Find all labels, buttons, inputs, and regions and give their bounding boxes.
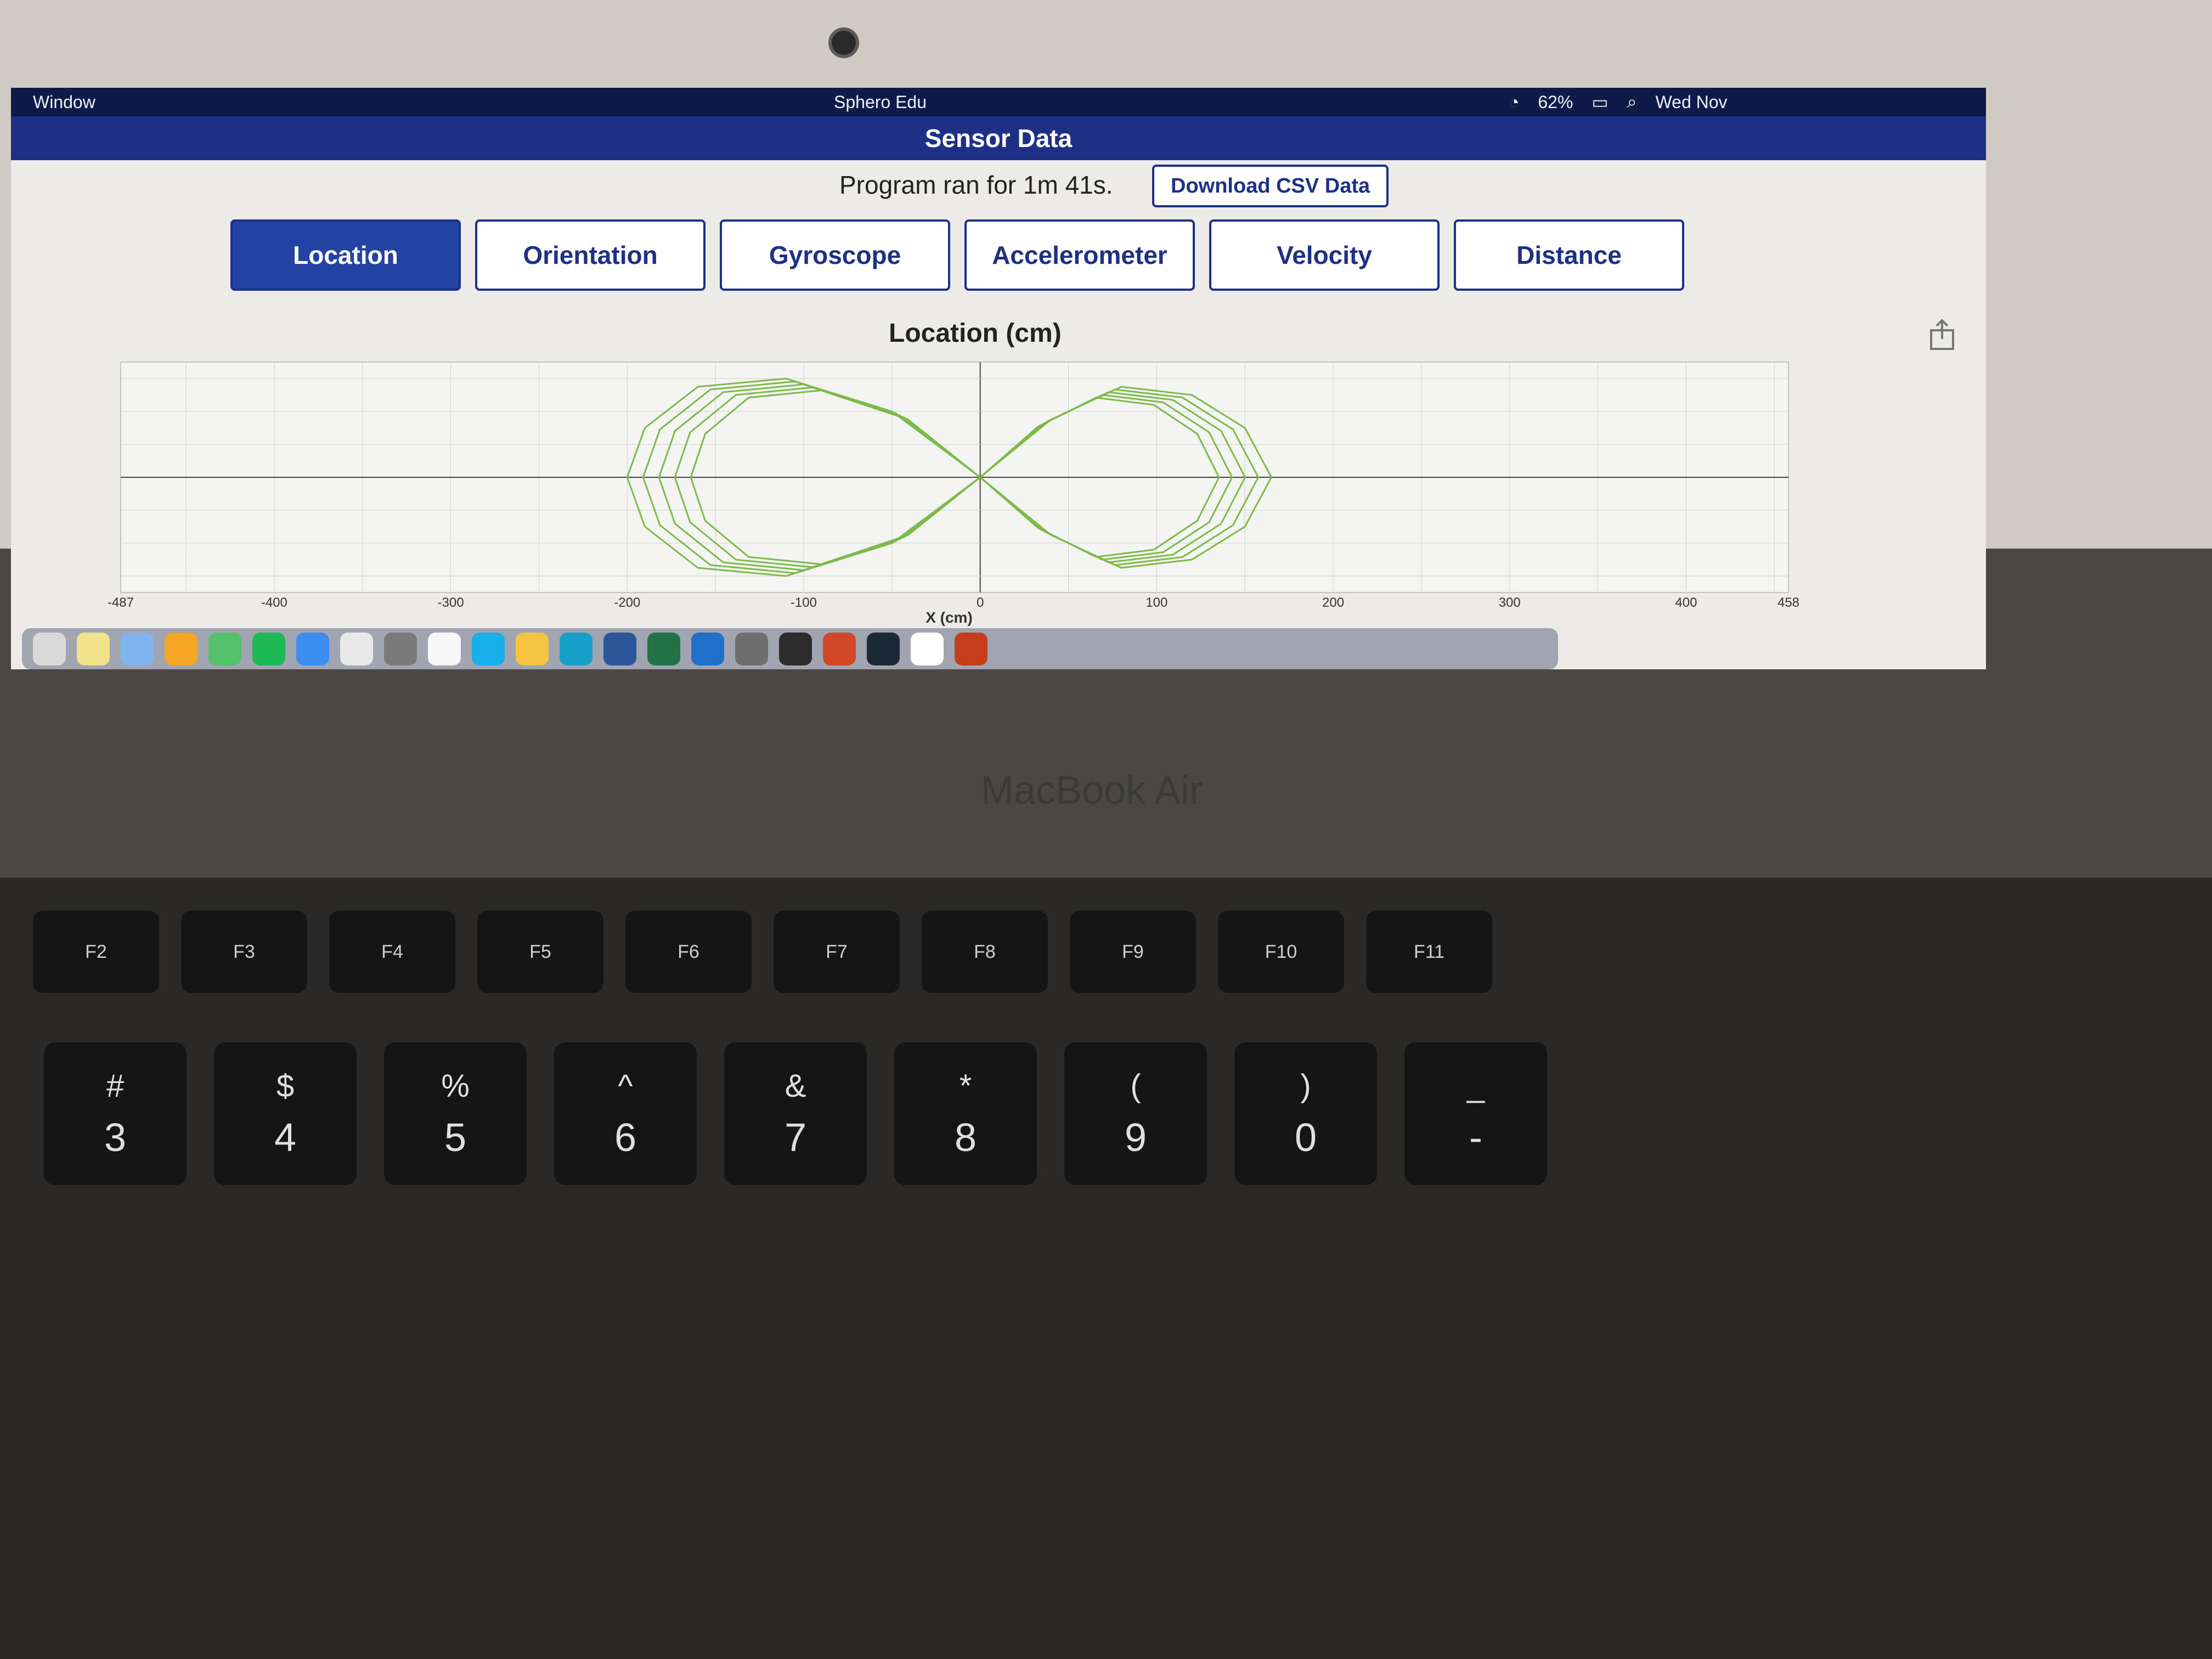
key-label: 3 (104, 1115, 127, 1160)
key-shift-label: $ (276, 1068, 295, 1104)
key-label: F10 (1265, 941, 1297, 962)
dock-app-icon[interactable] (516, 633, 549, 665)
x-tick-label: 400 (1675, 595, 1697, 610)
key-f8[interactable]: F8 (922, 911, 1048, 993)
key-label: 6 (614, 1115, 637, 1160)
key-label: F7 (826, 941, 848, 962)
key-f6[interactable]: F6 (625, 911, 752, 993)
key-f9[interactable]: F9 (1070, 911, 1196, 993)
key-5[interactable]: % 5 (384, 1042, 527, 1185)
dock-app-icon[interactable] (340, 633, 373, 665)
dock-app-icon[interactable] (560, 633, 592, 665)
key-label: 5 (444, 1115, 467, 1160)
key-shift-label: ^ (618, 1068, 633, 1104)
key-label: 7 (784, 1115, 807, 1160)
dock-app-icon[interactable] (735, 633, 768, 665)
key-label: 0 (1294, 1115, 1317, 1160)
dock-app-icon[interactable] (252, 633, 285, 665)
key-f11[interactable]: F11 (1366, 911, 1492, 993)
dock (22, 628, 1558, 669)
key-label: 9 (1124, 1115, 1147, 1160)
chart-grid (120, 362, 1789, 593)
location-chart: -487 -400 -300 -200 -100 0 100 200 300 400 458 X (… (108, 362, 1799, 626)
dock-app-icon[interactable] (472, 633, 505, 665)
key-label: F4 (381, 941, 403, 962)
key-label: 8 (954, 1115, 977, 1160)
key-f10[interactable]: F10 (1218, 911, 1344, 993)
x-axis-ticks: -487 -400 -300 -200 -100 0 100 200 300 400 458 (108, 595, 1799, 610)
key-6[interactable]: ^ 6 (554, 1042, 697, 1185)
key-label: 4 (274, 1115, 297, 1160)
key-label: F6 (678, 941, 699, 962)
key-f2[interactable]: F2 (33, 911, 159, 993)
dock-app-icon[interactable] (121, 633, 154, 665)
key-label: F9 (1122, 941, 1144, 962)
key-shift-label: _ (1466, 1068, 1485, 1104)
x-axis-label: X (cm) (926, 609, 973, 626)
dock-app-icon[interactable] (33, 633, 66, 665)
key-f3[interactable]: F3 (181, 911, 307, 993)
dock-app-icon[interactable] (428, 633, 461, 665)
key-9[interactable]: (9 (1064, 1042, 1207, 1185)
key-shift-label: ( (1130, 1068, 1141, 1104)
key-3[interactable]: #3 (44, 1042, 187, 1185)
key-0[interactable]: ) 0 (1234, 1042, 1377, 1185)
x-tick-label: -100 (791, 595, 817, 610)
key-label: F3 (233, 941, 255, 962)
x-tick-label: 458 (1778, 595, 1799, 610)
dock-app-icon[interactable] (691, 633, 724, 665)
dock-app-icon[interactable] (955, 633, 988, 665)
key-f7[interactable]: F7 (774, 911, 900, 993)
dock-app-icon[interactable] (779, 633, 812, 665)
dock-app-icon[interactable] (911, 633, 944, 665)
dock-app-icon[interactable] (867, 633, 900, 665)
key-label: - (1469, 1115, 1482, 1160)
key-label: F2 (85, 941, 107, 962)
dock-app-icon[interactable] (208, 633, 241, 665)
x-tick-label: 0 (977, 595, 984, 610)
x-tick-label: 100 (1146, 595, 1167, 610)
key-4[interactable]: $4 (214, 1042, 357, 1185)
x-tick-label: -200 (614, 595, 640, 610)
dock-app-icon[interactable] (77, 633, 110, 665)
key-shift-label: ) (1300, 1068, 1311, 1104)
key-8[interactable]: * 8 (894, 1042, 1037, 1185)
key-7[interactable]: & 7 (724, 1042, 867, 1185)
key-f4[interactable]: F4 (329, 911, 455, 993)
key-f5[interactable]: F5 (477, 911, 603, 993)
dock-app-icon[interactable] (823, 633, 856, 665)
keyboard (0, 878, 2212, 1659)
camera-icon (828, 27, 859, 58)
x-tick-label: 300 (1499, 595, 1521, 610)
screen: Window Sphero Edu ◔ 62% ▭ ⌕ Wed Nov Sens… (11, 88, 1986, 669)
key-shift-label: % (441, 1068, 470, 1104)
dock-app-icon[interactable] (384, 633, 417, 665)
x-tick-label: 200 (1322, 595, 1344, 610)
key-shift-label: & (785, 1068, 806, 1104)
key-label: F11 (1413, 941, 1445, 962)
x-tick-label: -300 (438, 595, 464, 610)
model-label: MacBook Air (980, 769, 1203, 812)
dock-app-icon[interactable] (165, 633, 198, 665)
x-tick-label: -400 (261, 595, 287, 610)
dock-app-icon[interactable] (296, 633, 329, 665)
key--[interactable]: _ - (1404, 1042, 1547, 1185)
key-shift-label: # (106, 1068, 125, 1104)
key-label: F5 (529, 941, 551, 962)
x-tick-label: -487 (108, 595, 134, 610)
dock-app-icon[interactable] (603, 633, 636, 665)
key-shift-label: * (959, 1068, 972, 1104)
dock-app-icon[interactable] (647, 633, 680, 665)
key-label: F8 (974, 941, 996, 962)
